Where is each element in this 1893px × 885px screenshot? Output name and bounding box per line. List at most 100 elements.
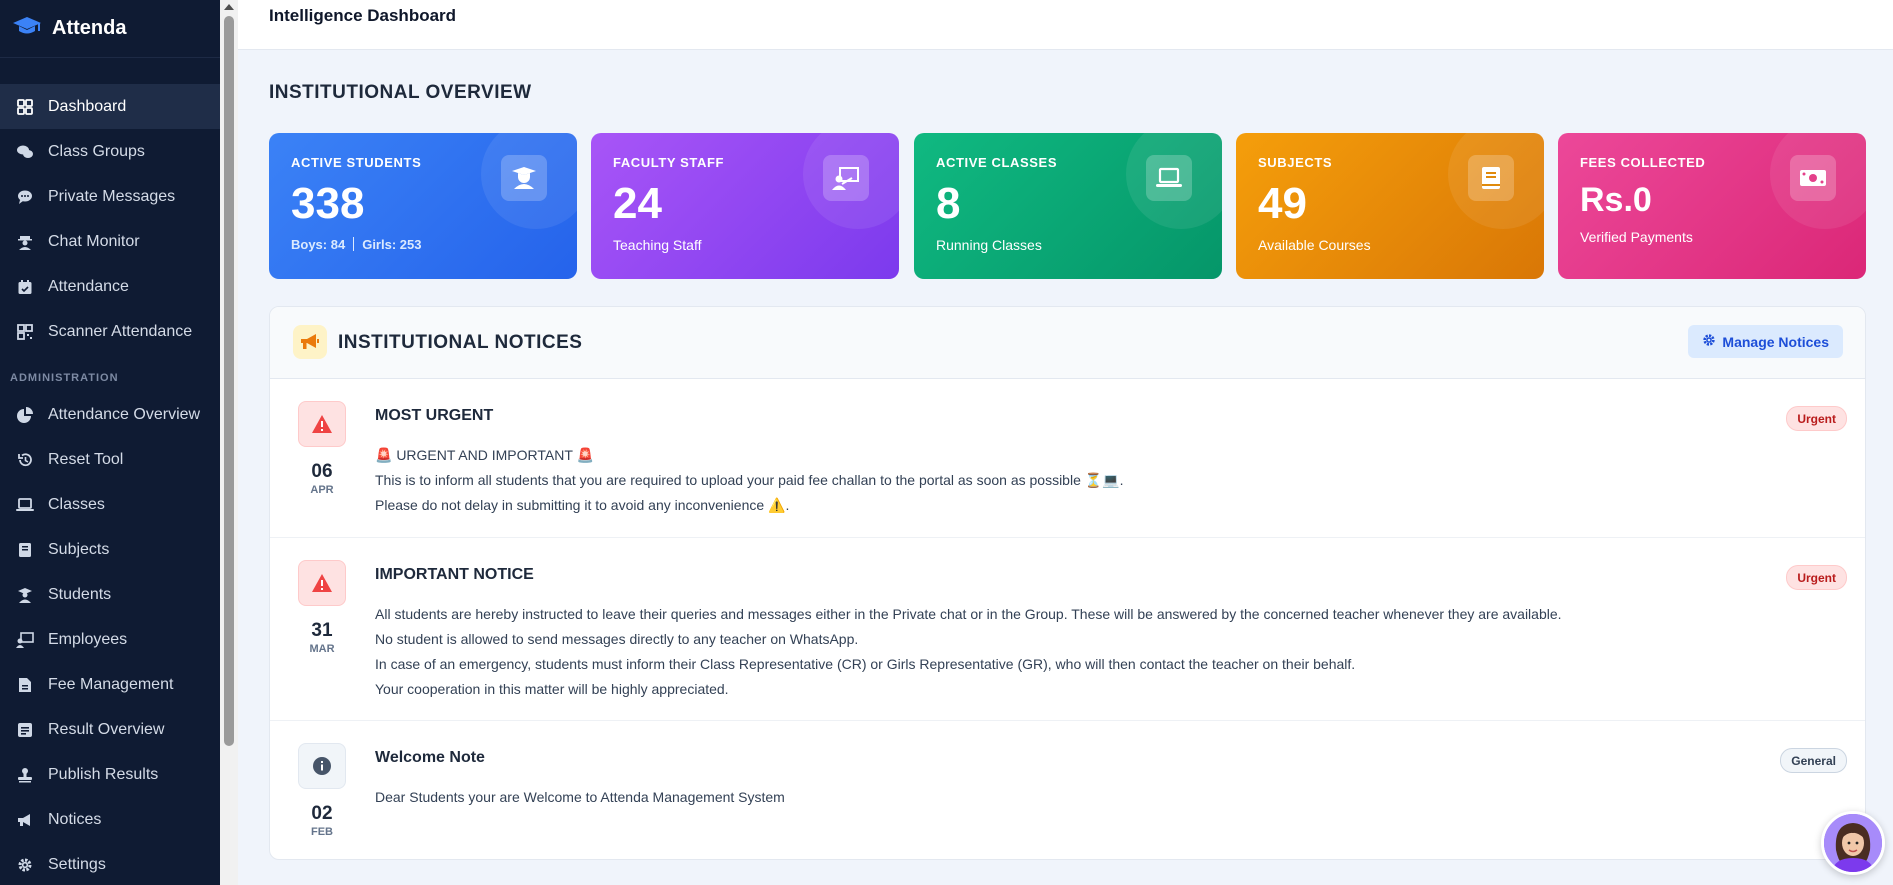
card-subtitle: Running Classes <box>936 237 1042 253</box>
stat-card-active-students[interactable]: ACTIVE STUDENTS 338 Boys: 84 Girls: 253 <box>269 133 577 279</box>
scrollbar-thumb[interactable] <box>224 16 234 746</box>
book-icon <box>16 541 34 559</box>
notice-month: MAR <box>309 643 335 655</box>
sidebar-item-students[interactable]: Students <box>0 572 220 617</box>
bullhorn-icon <box>293 325 327 359</box>
sidebar-item-class-groups[interactable]: Class Groups <box>0 129 220 174</box>
sidebar-item-subjects[interactable]: Subjects <box>0 527 220 572</box>
notice-line: 🚨 URGENT AND IMPORTANT 🚨 <box>375 447 594 463</box>
notice-month: FEB <box>311 826 333 838</box>
notice-title: MOST URGENT <box>375 407 494 424</box>
sidebar-item-label: Private Messages <box>48 187 176 205</box>
teacher-board-icon <box>823 155 869 201</box>
notice-line: Dear Students your are Welcome to Attend… <box>375 789 785 805</box>
overview-section-title: INSTITUTIONAL OVERVIEW <box>269 82 532 103</box>
sidebar-item-classes[interactable]: Classes <box>0 482 220 527</box>
card-label: ACTIVE STUDENTS <box>291 155 422 170</box>
notice-line: Please do not delay in submitting it to … <box>375 497 790 513</box>
assistant-avatar[interactable] <box>1821 811 1885 875</box>
warning-triangle-icon <box>298 401 346 447</box>
sidebar-item-label: Settings <box>48 855 106 873</box>
poll-icon <box>16 721 34 739</box>
sidebar-item-chat-monitor[interactable]: Chat Monitor <box>0 219 220 264</box>
comments-icon <box>16 143 34 161</box>
notice-day: 06 <box>311 461 333 482</box>
divider <box>353 237 355 251</box>
gender-breakdown: Boys: 84 Girls: 253 <box>291 237 421 252</box>
stat-card-faculty-staff[interactable]: FACULTY STAFF 24 Teaching Staff <box>591 133 899 279</box>
notices-panel: INSTITUTIONAL NOTICES Manage Notices 06 … <box>269 306 1866 860</box>
gear-icon <box>1702 333 1716 350</box>
sidebar-item-label: Dashboard <box>48 97 127 115</box>
calendar-check-icon <box>16 278 34 296</box>
scroll-up-arrow-icon[interactable] <box>220 0 238 14</box>
notices-title: INSTITUTIONAL NOTICES <box>338 332 583 353</box>
top-header: Intelligence Dashboard <box>238 0 1893 50</box>
laptop-icon <box>1146 155 1192 201</box>
grid-icon <box>16 98 34 116</box>
sidebar-item-employees[interactable]: Employees <box>0 617 220 662</box>
sidebar: Attenda Dashboard Class Groups Private M… <box>0 0 220 885</box>
sidebar-item-fee-management[interactable]: Fee Management <box>0 662 220 707</box>
card-label: ACTIVE CLASSES <box>936 155 1058 170</box>
notice-line: In case of an emergency, students must i… <box>375 656 1356 672</box>
priority-badge: Urgent <box>1786 406 1847 431</box>
sidebar-item-notices[interactable]: Notices <box>0 797 220 842</box>
card-label: FEES COLLECTED <box>1580 155 1706 170</box>
sidebar-item-label: Subjects <box>48 540 110 558</box>
manage-notices-button[interactable]: Manage Notices <box>1688 325 1843 358</box>
history-icon <box>16 451 34 469</box>
user-graduate-icon <box>16 586 34 604</box>
notice-body: Dear Students your are Welcome to Attend… <box>375 785 785 810</box>
notice-line: All students are hereby instructed to le… <box>375 606 1562 622</box>
stat-card-active-classes[interactable]: ACTIVE CLASSES 8 Running Classes <box>914 133 1222 279</box>
notice-item[interactable]: 06 APR MOST URGENT 🚨 URGENT AND IMPORTAN… <box>270 379 1865 538</box>
brand-name: Attenda <box>52 17 127 39</box>
sidebar-item-reset-tool[interactable]: Reset Tool <box>0 437 220 482</box>
sidebar-item-attendance[interactable]: Attendance <box>0 264 220 309</box>
stat-card-fees-collected[interactable]: FEES COLLECTED Rs.0 Verified Payments <box>1558 133 1866 279</box>
sidebar-item-label: Attendance <box>48 277 129 295</box>
notices-header: INSTITUTIONAL NOTICES Manage Notices <box>270 307 1865 379</box>
notice-line: Your cooperation in this matter will be … <box>375 681 729 697</box>
comment-dots-icon <box>16 188 34 206</box>
stat-card-subjects[interactable]: SUBJECTS 49 Available Courses <box>1236 133 1544 279</box>
sidebar-item-private-messages[interactable]: Private Messages <box>0 174 220 219</box>
notice-line: No student is allowed to send messages d… <box>375 631 859 647</box>
sidebar-item-label: Publish Results <box>48 765 159 783</box>
sidebar-item-label: Fee Management <box>48 675 174 693</box>
graduate-icon <box>501 155 547 201</box>
file-invoice-icon <box>16 676 34 694</box>
graduation-cap-icon <box>12 14 42 43</box>
girls-count: Girls: 253 <box>362 237 422 252</box>
sidebar-item-attendance-overview[interactable]: Attendance Overview <box>0 392 220 437</box>
notice-month: APR <box>310 484 334 496</box>
sidebar-item-label: Classes <box>48 495 105 513</box>
sidebar-scrollbar[interactable] <box>220 0 238 885</box>
sidebar-item-label: Scanner Attendance <box>48 322 193 340</box>
priority-badge: Urgent <box>1786 565 1847 590</box>
notice-item[interactable]: 02 FEB Welcome Note Dear Students your a… <box>270 721 1865 859</box>
notice-item[interactable]: 31 MAR IMPORTANT NOTICE All students are… <box>270 538 1865 721</box>
brand[interactable]: Attenda <box>0 0 220 58</box>
sidebar-item-label: Attendance Overview <box>48 405 201 423</box>
notice-body: 🚨 URGENT AND IMPORTANT 🚨 This is to info… <box>375 443 1124 518</box>
card-value: 24 <box>613 179 662 228</box>
card-subtitle: Verified Payments <box>1580 229 1693 245</box>
notice-body: All students are hereby instructed to le… <box>375 602 1562 702</box>
sidebar-item-label: Class Groups <box>48 142 145 160</box>
warning-triangle-icon <box>298 560 346 606</box>
card-value: 49 <box>1258 179 1307 228</box>
book-icon <box>1468 155 1514 201</box>
manage-notices-label: Manage Notices <box>1722 333 1829 350</box>
sidebar-item-scanner-attendance[interactable]: Scanner Attendance <box>0 309 220 354</box>
sidebar-item-settings[interactable]: Settings <box>0 842 220 885</box>
card-label: SUBJECTS <box>1258 155 1333 170</box>
sidebar-item-dashboard[interactable]: Dashboard <box>0 84 220 129</box>
qrcode-icon <box>16 323 34 341</box>
sidebar-item-result-overview[interactable]: Result Overview <box>0 707 220 752</box>
stamp-icon <box>16 766 34 784</box>
sidebar-section-label: ADMINISTRATION <box>10 372 119 384</box>
notice-day: 31 <box>311 620 333 641</box>
sidebar-item-publish-results[interactable]: Publish Results <box>0 752 220 797</box>
